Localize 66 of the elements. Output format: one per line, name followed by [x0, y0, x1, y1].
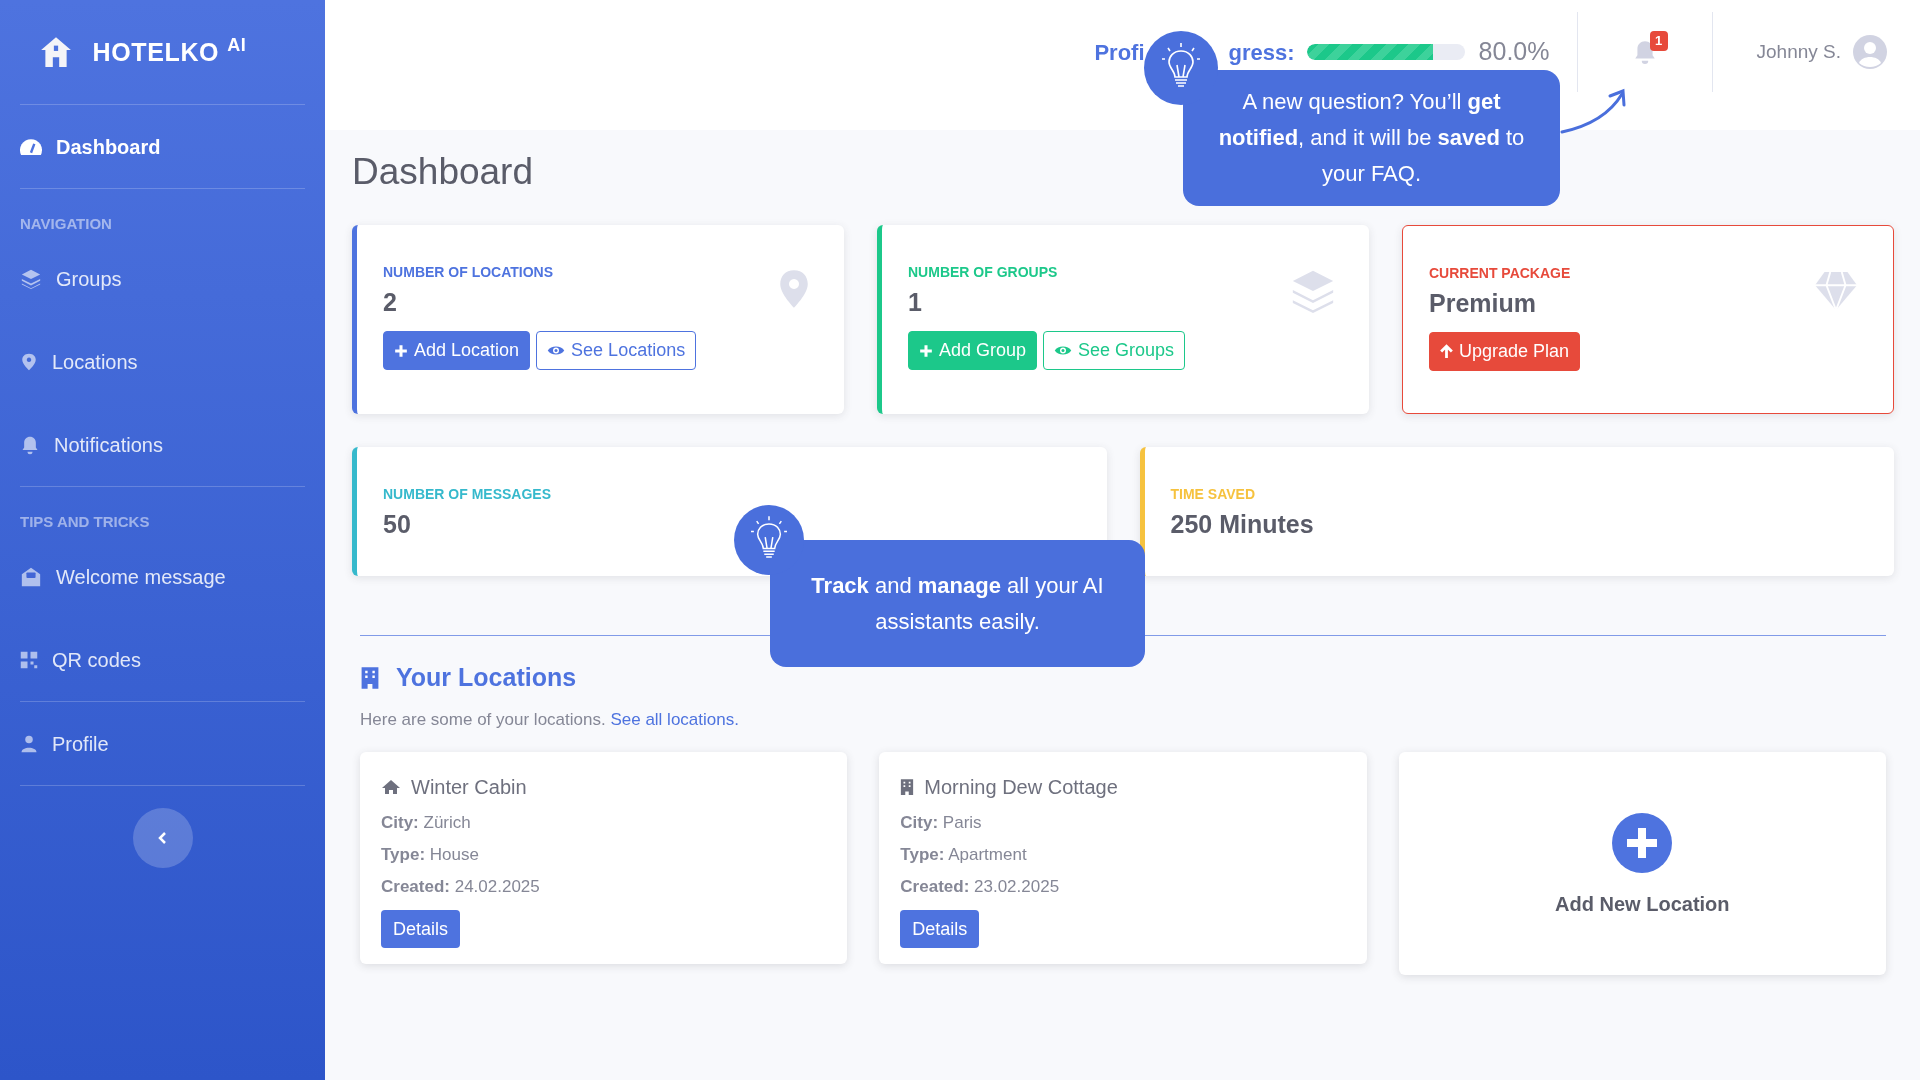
- avatar-icon[interactable]: [1853, 35, 1887, 69]
- plus-circle-icon: [1612, 812, 1673, 873]
- building-icon: [360, 665, 380, 690]
- layers-icon: [1291, 269, 1335, 313]
- progress-label: gress:: [1228, 38, 1295, 67]
- tip-text: Track and manage all your AI assistants easily.: [810, 571, 1105, 636]
- sidebar-item[interactable]: Dashboard: [0, 105, 325, 188]
- stat-label: NUMBER OF MESSAGES: [383, 485, 551, 503]
- location-name: Morning Dew Cottage: [924, 775, 1118, 800]
- location-detail: City: Zürich: [381, 812, 471, 834]
- details-button[interactable]: Details: [900, 910, 980, 948]
- brand-name: HOTELKO AI: [92, 36, 247, 68]
- eye-icon: [1054, 344, 1073, 357]
- section-title: Your Locations: [396, 662, 577, 693]
- location-detail: Created: 24.02.2025: [381, 876, 540, 898]
- location-name: Winter Cabin: [411, 775, 527, 800]
- house-icon: [381, 779, 401, 795]
- sidebar-item[interactable]: Locations: [0, 320, 325, 403]
- gauge-icon: [20, 138, 42, 155]
- add-button[interactable]: Add Location: [383, 331, 531, 370]
- sidebar-heading: TIPS AND TRICKS: [20, 514, 151, 529]
- stat-value: 1: [908, 287, 923, 317]
- see-all-link[interactable]: See all locations.: [610, 709, 739, 729]
- location-detail: Type: Apartment: [900, 844, 1027, 866]
- user-icon: [20, 733, 38, 754]
- notifications-button[interactable]: 1: [1619, 27, 1670, 77]
- progress-label: Profi: [1094, 38, 1145, 67]
- building-icon: [900, 778, 915, 796]
- plus-icon: [919, 343, 933, 358]
- location-detail: Type: House: [381, 844, 479, 866]
- stat-label: TIME SAVED: [1170, 485, 1257, 503]
- upgrade-button[interactable]: Upgrade Plan: [1429, 332, 1581, 371]
- stat-label: CURRENT PACKAGE: [1429, 264, 1572, 282]
- notification-badge: 1: [1649, 31, 1668, 51]
- progress-percent: 80.0%: [1478, 36, 1550, 68]
- tip-text: A new question? You’ll get notified, and it will be saved to your FAQ.: [1217, 88, 1526, 188]
- location-detail: Created: 23.02.2025: [900, 876, 1060, 898]
- stat-label: NUMBER OF GROUPS: [908, 263, 1059, 281]
- stat-label: NUMBER OF LOCATIONS: [383, 263, 555, 281]
- stat-value: 50: [383, 509, 412, 539]
- section-subtitle: Here are some of your locations. See all locations.: [360, 708, 740, 731]
- add-location-card[interactable]: Add New Location: [1398, 752, 1886, 975]
- diamond-icon: [1813, 270, 1859, 312]
- view-button[interactable]: See Locations: [536, 331, 697, 370]
- stat-value: 2: [383, 287, 398, 317]
- sidebar-item[interactable]: Profile: [0, 702, 325, 785]
- page-title: Dashboard: [352, 150, 533, 194]
- sidebar-heading: NAVIGATION: [20, 216, 113, 231]
- sidebar-item[interactable]: Welcome message: [0, 535, 325, 618]
- chevron-left-icon: [156, 832, 169, 844]
- sidebar-item[interactable]: Notifications: [0, 403, 325, 486]
- qr-code-icon: [20, 650, 38, 669]
- arrow-up-icon: [1440, 344, 1453, 359]
- stat-value: Premium: [1429, 288, 1537, 318]
- user-name[interactable]: Johnny S.: [1756, 37, 1841, 67]
- eye-icon: [547, 344, 566, 357]
- details-button[interactable]: Details: [381, 910, 461, 948]
- location-detail: City: Paris: [900, 812, 982, 834]
- sidebar-item[interactable]: Groups: [0, 237, 325, 320]
- sidebar-item[interactable]: QR codes: [0, 618, 325, 701]
- layers-icon: [20, 267, 42, 290]
- stat-value: 250 Minutes: [1170, 509, 1314, 539]
- map-pin-icon: [778, 269, 810, 309]
- envelope-icon: [20, 565, 42, 588]
- plus-icon: [394, 343, 408, 358]
- view-button[interactable]: See Groups: [1043, 331, 1186, 370]
